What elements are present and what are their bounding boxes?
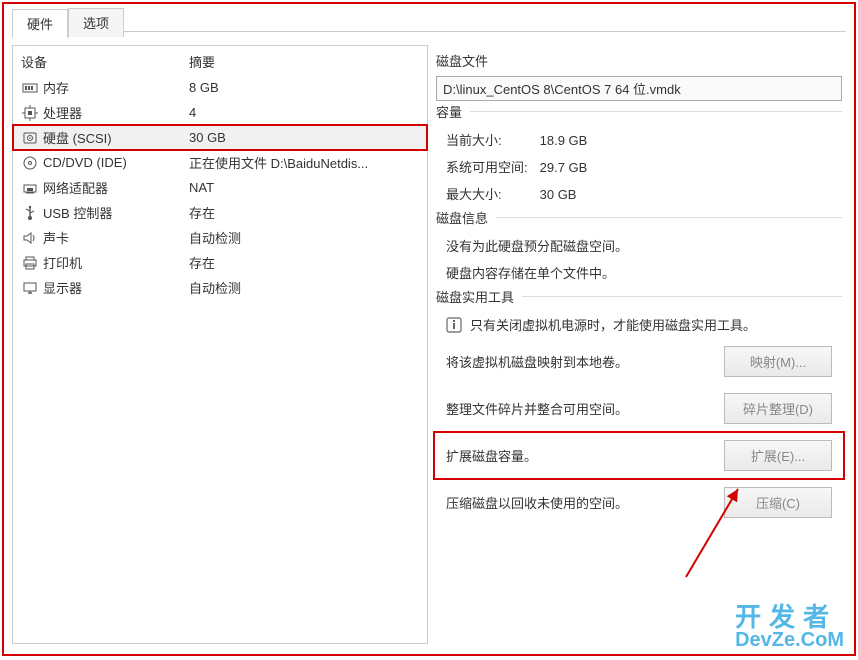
util-compact-text: 压缩磁盘以回收未使用的空间。: [446, 493, 714, 512]
capacity-max-value: 30 GB: [540, 187, 577, 202]
disk-info-title: 磁盘信息: [436, 208, 496, 227]
main-content: 设备 摘要 内存8 GB处理器4硬盘 (SCSI)30 GBCD/DVD (ID…: [4, 37, 854, 652]
device-name: 处理器: [43, 103, 189, 122]
device-row-5[interactable]: USB 控制器存在: [13, 200, 427, 225]
capacity-free: 系统可用空间: 29.7 GB: [436, 153, 842, 180]
network-icon: [21, 180, 39, 196]
device-row-6[interactable]: 声卡自动检测: [13, 225, 427, 250]
expand-button[interactable]: 扩展(E)...: [724, 440, 832, 471]
expand-highlight-box: 扩展磁盘容量。 扩展(E)...: [436, 434, 842, 477]
device-list-panel: 设备 摘要 内存8 GB处理器4硬盘 (SCSI)30 GBCD/DVD (ID…: [12, 45, 428, 644]
disk-info-line2: 硬盘内容存储在单个文件中。: [436, 259, 842, 286]
capacity-title: 容量: [436, 102, 470, 121]
device-name: USB 控制器: [43, 203, 189, 222]
device-name: 声卡: [43, 228, 189, 247]
device-name: 显示器: [43, 278, 189, 297]
disk-file-path[interactable]: [436, 76, 842, 101]
device-list: 内存8 GB处理器4硬盘 (SCSI)30 GBCD/DVD (IDE)正在使用…: [13, 75, 427, 300]
util-defrag-text: 整理文件碎片并整合可用空间。: [446, 399, 714, 418]
device-row-1[interactable]: 处理器4: [13, 100, 427, 125]
device-name: 网络适配器: [43, 178, 189, 197]
compact-button[interactable]: 压缩(C): [724, 487, 832, 518]
device-list-header: 设备 摘要: [13, 46, 427, 75]
capacity-free-label: 系统可用空间:: [446, 157, 536, 176]
device-summary: 自动检测: [189, 278, 419, 297]
memory-icon: [21, 80, 39, 96]
utilities-notice-row: 只有关闭虚拟机电源时，才能使用磁盘实用工具。: [436, 311, 842, 338]
group-capacity: 容量 当前大小: 18.9 GB 系统可用空间: 29.7 GB 最大大小: 3…: [436, 111, 842, 207]
device-name: CD/DVD (IDE): [43, 155, 189, 170]
device-row-0[interactable]: 内存8 GB: [13, 75, 427, 100]
dialog-window: 硬件 选项 设备 摘要 内存8 GB处理器4硬盘 (SCSI)30 GBCD/D…: [2, 2, 856, 656]
device-summary: 正在使用文件 D:\BaiduNetdis...: [189, 153, 419, 172]
device-row-3[interactable]: CD/DVD (IDE)正在使用文件 D:\BaiduNetdis...: [13, 150, 427, 175]
col-summary-label: 摘要: [189, 52, 419, 71]
util-map-text: 将该虚拟机磁盘映射到本地卷。: [446, 352, 714, 371]
util-row-compact: 压缩磁盘以回收未使用的空间。 压缩(C): [436, 479, 842, 526]
utilities-title: 磁盘实用工具: [436, 287, 522, 306]
col-device-label: 设备: [21, 52, 189, 71]
device-row-2[interactable]: 硬盘 (SCSI)30 GB: [13, 125, 427, 150]
display-icon: [21, 280, 39, 296]
info-icon: [446, 317, 462, 333]
device-row-8[interactable]: 显示器自动检测: [13, 275, 427, 300]
disk-icon: [21, 130, 39, 146]
printer-icon: [21, 255, 39, 271]
capacity-max: 最大大小: 30 GB: [436, 180, 842, 207]
device-summary: 存在: [189, 253, 419, 272]
capacity-current-value: 18.9 GB: [540, 133, 588, 148]
disk-file-title: 磁盘文件: [436, 51, 842, 70]
capacity-free-value: 29.7 GB: [540, 160, 588, 175]
cpu-icon: [21, 105, 39, 121]
device-summary: 4: [189, 105, 419, 120]
device-summary: NAT: [189, 180, 419, 195]
device-name: 硬盘 (SCSI): [43, 128, 189, 147]
group-utilities: 磁盘实用工具 只有关闭虚拟机电源时，才能使用磁盘实用工具。 将该虚拟机磁盘映射到…: [436, 296, 842, 526]
device-name: 打印机: [43, 253, 189, 272]
group-disk-file: 磁盘文件: [436, 45, 842, 101]
defrag-button[interactable]: 碎片整理(D): [724, 393, 832, 424]
device-row-4[interactable]: 网络适配器NAT: [13, 175, 427, 200]
tab-hardware[interactable]: 硬件: [12, 9, 68, 38]
device-summary: 存在: [189, 203, 419, 222]
detail-panel: 磁盘文件 容量 当前大小: 18.9 GB 系统可用空间: 29.7 GB 最大…: [436, 45, 846, 644]
device-row-7[interactable]: 打印机存在: [13, 250, 427, 275]
device-summary: 30 GB: [189, 130, 419, 145]
sound-icon: [21, 230, 39, 246]
tab-strip: 硬件 选项: [4, 4, 854, 37]
cd-icon: [21, 155, 39, 171]
utilities-notice: 只有关闭虚拟机电源时，才能使用磁盘实用工具。: [470, 315, 756, 334]
device-summary: 8 GB: [189, 80, 419, 95]
util-row-defrag: 整理文件碎片并整合可用空间。 碎片整理(D): [436, 385, 842, 432]
capacity-current: 当前大小: 18.9 GB: [436, 126, 842, 153]
usb-icon: [21, 205, 39, 221]
tab-options[interactable]: 选项: [68, 8, 124, 37]
device-summary: 自动检测: [189, 228, 419, 247]
util-expand-text: 扩展磁盘容量。: [446, 446, 714, 465]
group-disk-info: 磁盘信息 没有为此硬盘预分配磁盘空间。 硬盘内容存储在单个文件中。: [436, 217, 842, 286]
util-row-map: 将该虚拟机磁盘映射到本地卷。 映射(M)...: [436, 338, 842, 385]
map-button[interactable]: 映射(M)...: [724, 346, 832, 377]
device-name: 内存: [43, 78, 189, 97]
capacity-max-label: 最大大小:: [446, 184, 536, 203]
capacity-current-label: 当前大小:: [446, 130, 536, 149]
disk-info-line1: 没有为此硬盘预分配磁盘空间。: [436, 232, 842, 259]
